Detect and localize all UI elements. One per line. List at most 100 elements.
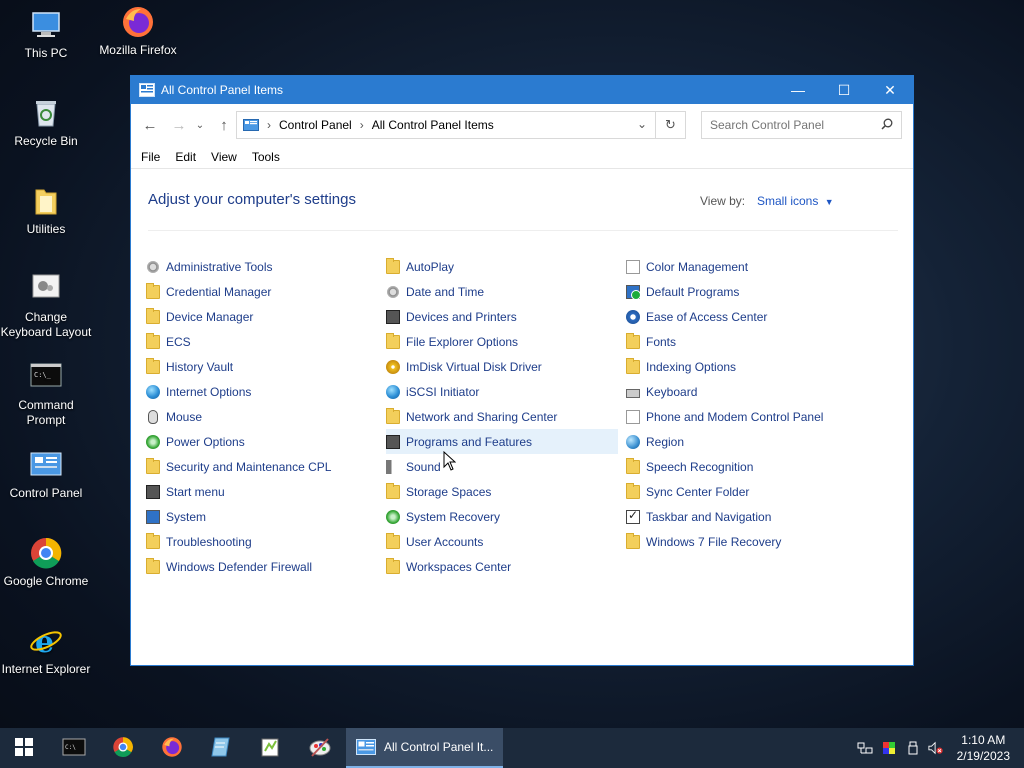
- back-button[interactable]: ←: [139, 114, 161, 136]
- cp-item[interactable]: Speech Recognition: [626, 454, 858, 479]
- cp-item[interactable]: Sync Center Folder: [626, 479, 858, 504]
- title-bar[interactable]: All Control Panel Items — ☐ ✕: [131, 76, 913, 104]
- cp-item[interactable]: Security and Maintenance CPL: [146, 454, 378, 479]
- minimize-button[interactable]: —: [775, 76, 821, 104]
- cp-item[interactable]: System: [146, 504, 378, 529]
- cp-item[interactable]: Troubleshooting: [146, 529, 378, 554]
- cp-item[interactable]: Power Options: [146, 429, 378, 454]
- cp-item[interactable]: User Accounts: [386, 529, 618, 554]
- desktop-icon-this-pc[interactable]: This PC: [0, 8, 92, 61]
- start-button[interactable]: [0, 728, 48, 768]
- chrome-icon: [112, 736, 134, 761]
- close-button[interactable]: ✕: [867, 76, 913, 104]
- cp-item[interactable]: Start menu: [146, 479, 378, 504]
- taskbar-chrome[interactable]: [99, 728, 147, 768]
- system-clock[interactable]: 1:10 AM 2/19/2023: [957, 732, 1010, 764]
- cp-item[interactable]: Keyboard: [626, 379, 858, 404]
- control-panel-icon: [243, 119, 259, 131]
- taskbar: C:\ All Control Panel It... 1:10 AM 2/19…: [0, 728, 1024, 768]
- cp-item[interactable]: ImDisk Virtual Disk Driver: [386, 354, 618, 379]
- cp-item[interactable]: Workspaces Center: [386, 554, 618, 579]
- dark-icon: [146, 484, 160, 499]
- breadcrumb-all-control-panel-items[interactable]: All Control Panel Items: [372, 118, 494, 132]
- desktop-icon-firefox[interactable]: Mozilla Firefox: [92, 5, 184, 58]
- cp-item[interactable]: Network and Sharing Center: [386, 404, 618, 429]
- cp-item[interactable]: System Recovery: [386, 504, 618, 529]
- taskbar-notepad[interactable]: [197, 728, 245, 768]
- menu-file[interactable]: File: [141, 150, 160, 164]
- desktop-icon-google-chrome[interactable]: Google Chrome: [0, 536, 92, 589]
- svg-text:e: e: [35, 625, 54, 658]
- desktop-icon-change-keyboard-layout[interactable]: Change Keyboard Layout: [0, 272, 92, 340]
- cp-item[interactable]: Sound: [386, 454, 618, 479]
- cp-item[interactable]: Administrative Tools: [146, 254, 378, 279]
- cp-item[interactable]: Devices and Printers: [386, 304, 618, 329]
- cp-item[interactable]: Windows 7 File Recovery: [626, 529, 858, 554]
- volume-muted-icon[interactable]: [928, 740, 944, 756]
- cp-item[interactable]: Mouse: [146, 404, 378, 429]
- menu-tools[interactable]: Tools: [252, 150, 280, 164]
- network-icon[interactable]: [857, 740, 873, 756]
- globe-icon: [386, 384, 400, 399]
- cp-item[interactable]: Credential Manager: [146, 279, 378, 304]
- refresh-button[interactable]: ↻: [656, 111, 686, 139]
- cp-item[interactable]: History Vault: [146, 354, 378, 379]
- desktop-icon-control-panel[interactable]: Control Panel: [0, 448, 92, 501]
- desktop-icon-internet-explorer[interactable]: e Internet Explorer: [0, 624, 92, 677]
- cp-item-label: Indexing Options: [646, 359, 737, 374]
- address-dropdown-chevron-icon[interactable]: ⌄: [637, 117, 647, 131]
- search-box[interactable]: [701, 111, 902, 139]
- breadcrumb-control-panel[interactable]: Control Panel: [279, 118, 352, 132]
- cp-item[interactable]: Storage Spaces: [386, 479, 618, 504]
- cp-item[interactable]: Date and Time: [386, 279, 618, 304]
- cp-item[interactable]: File Explorer Options: [386, 329, 618, 354]
- cp-item[interactable]: Indexing Options: [626, 354, 858, 379]
- cp-item[interactable]: Region: [626, 429, 858, 454]
- mouse-cursor-icon: [443, 450, 457, 474]
- taskbar-command-prompt[interactable]: C:\: [50, 728, 98, 768]
- cp-item[interactable]: Taskbar and Navigation: [626, 504, 858, 529]
- cp-item[interactable]: AutoPlay: [386, 254, 618, 279]
- menu-edit[interactable]: Edit: [175, 150, 196, 164]
- menu-view[interactable]: View: [211, 150, 237, 164]
- cp-item[interactable]: ECS: [146, 329, 378, 354]
- search-input[interactable]: [710, 118, 880, 132]
- cp-item[interactable]: Color Management: [626, 254, 858, 279]
- cp-item-label: Start menu: [166, 484, 225, 499]
- clock-time: 1:10 AM: [961, 733, 1006, 747]
- cp-item[interactable]: Phone and Modem Control Panel: [626, 404, 858, 429]
- globe-icon: [146, 384, 160, 399]
- cp-item-label: Color Management: [646, 259, 749, 274]
- cp-item[interactable]: Programs and Features: [386, 429, 618, 454]
- taskbar-firefox[interactable]: [148, 728, 196, 768]
- cp-item[interactable]: Internet Options: [146, 379, 378, 404]
- cp-item[interactable]: Default Programs: [626, 279, 858, 304]
- cp-item[interactable]: Fonts: [626, 329, 858, 354]
- cp-item[interactable]: Ease of Access Center: [626, 304, 858, 329]
- view-by-dropdown[interactable]: Small icons ▼: [757, 194, 834, 208]
- cp-item[interactable]: Windows Defender Firewall: [146, 554, 378, 579]
- cp-item[interactable]: iSCSI Initiator: [386, 379, 618, 404]
- cp-item-label: Date and Time: [406, 284, 485, 299]
- taskbar-notepad-plus[interactable]: [246, 728, 294, 768]
- desktop-icon-utilities[interactable]: Utilities: [0, 184, 92, 237]
- cp-item-label: Devices and Printers: [406, 309, 517, 324]
- taskbar-paint[interactable]: [296, 728, 344, 768]
- monitor-icon: [146, 509, 160, 524]
- desktop-icon-recycle-bin[interactable]: Recycle Bin: [0, 96, 92, 149]
- taskbar-control-panel-window[interactable]: All Control Panel It...: [346, 728, 503, 768]
- forward-button[interactable]: →: [168, 114, 190, 136]
- maximize-button[interactable]: ☐: [821, 76, 867, 104]
- up-button[interactable]: ↑: [213, 114, 235, 136]
- recent-locations-button[interactable]: ⌄: [193, 114, 207, 136]
- desktop-icon-label: Utilities: [26, 222, 66, 236]
- cp-item[interactable]: Device Manager: [146, 304, 378, 329]
- control-panel-icon: [356, 739, 376, 755]
- items-column-3: Color Management Default Programs Ease of …: [626, 254, 858, 554]
- display-color-icon[interactable]: [881, 740, 897, 756]
- usb-device-icon[interactable]: [905, 740, 921, 756]
- search-icon[interactable]: [881, 118, 893, 130]
- desktop-icon-command-prompt[interactable]: C:\_ Command Prompt: [0, 360, 92, 428]
- folder-icon: [626, 482, 640, 499]
- address-bar[interactable]: › Control Panel › All Control Panel Item…: [236, 111, 656, 139]
